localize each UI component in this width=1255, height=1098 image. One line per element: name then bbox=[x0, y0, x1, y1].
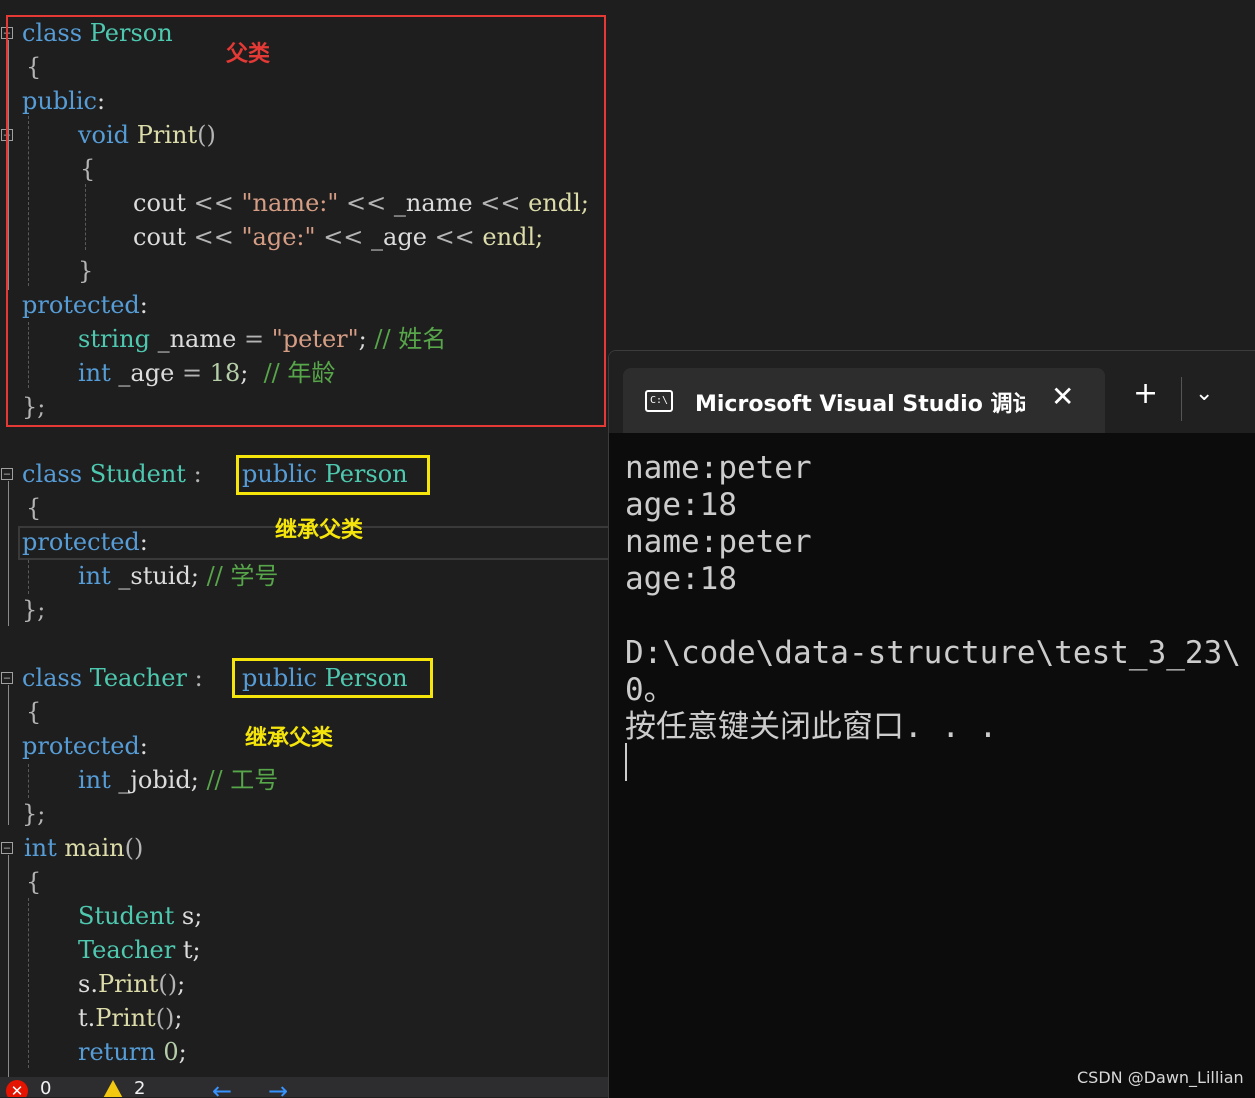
indent-guide bbox=[28, 560, 29, 594]
console-output-line: D:\code\data-structure\test_3_23\ bbox=[625, 635, 1241, 671]
error-icon[interactable]: ✕ bbox=[6, 1080, 28, 1097]
code-line: return 0; bbox=[78, 1038, 187, 1066]
fold-line bbox=[8, 481, 9, 626]
console-output-line: name:peter bbox=[625, 524, 812, 560]
code-line: int main() bbox=[24, 834, 144, 862]
code-editor[interactable]: − − − − − class Person { public: void Pr… bbox=[0, 0, 608, 1097]
console-tab-title: Microsoft Visual Studio 调试控制台 bbox=[695, 392, 1025, 417]
console-output-line: age:18 bbox=[625, 487, 737, 523]
watermark: CSDN @Dawn_Lillian bbox=[1077, 1068, 1244, 1087]
code-line: { bbox=[26, 698, 42, 726]
console-output-line: 按任意键关闭此窗口. . . bbox=[625, 709, 998, 745]
console-output-line: age:18 bbox=[625, 561, 737, 597]
code-line: Student s; bbox=[78, 902, 203, 930]
inheritance-highlight-box bbox=[236, 455, 430, 495]
error-count: 0 bbox=[40, 1078, 52, 1097]
code-line: s.Print(); bbox=[78, 970, 186, 998]
close-tab-icon[interactable]: ✕ bbox=[1051, 380, 1074, 413]
console-output-line: name:peter bbox=[625, 450, 812, 486]
chevron-down-icon[interactable]: ⌄ bbox=[1195, 381, 1213, 406]
fold-toggle-icon[interactable]: − bbox=[1, 842, 13, 854]
code-line: t.Print(); bbox=[78, 1004, 183, 1032]
code-line: Teacher t; bbox=[78, 936, 201, 964]
code-line: }; bbox=[22, 596, 46, 624]
fold-toggle-icon[interactable]: − bbox=[1, 672, 13, 684]
fold-toggle-icon[interactable]: − bbox=[1, 468, 13, 480]
text-cursor bbox=[625, 743, 627, 781]
warning-icon[interactable] bbox=[101, 1080, 125, 1097]
code-line: { bbox=[26, 868, 42, 896]
debug-console-window[interactable]: C:\ Microsoft Visual Studio 调试控制台 ✕ + ⌄ … bbox=[608, 350, 1255, 1098]
tab-separator bbox=[1181, 377, 1182, 421]
inherit-note: 继承父类 bbox=[275, 518, 364, 543]
parent-class-note: 父类 bbox=[226, 42, 271, 67]
code-line: class Student : bbox=[22, 460, 202, 488]
console-output-line: 0。 bbox=[625, 672, 675, 708]
nav-forward-arrow-icon[interactable]: → bbox=[268, 1077, 288, 1097]
fold-line bbox=[8, 855, 9, 1077]
inheritance-highlight-box bbox=[232, 658, 433, 698]
code-line: class Teacher : bbox=[22, 664, 203, 692]
indent-guide bbox=[28, 898, 29, 1068]
new-tab-plus-icon[interactable]: + bbox=[1133, 379, 1158, 409]
code-line: protected: bbox=[22, 528, 148, 556]
console-tab-bar: C:\ Microsoft Visual Studio 调试控制台 ✕ + ⌄ bbox=[609, 351, 1255, 433]
code-line: int _stuid; // 学号 bbox=[78, 562, 279, 590]
code-line: int _jobid; // 工号 bbox=[78, 766, 279, 794]
code-line: }; bbox=[22, 800, 46, 828]
inherit-note: 继承父类 bbox=[245, 726, 334, 751]
indent-guide bbox=[28, 764, 29, 798]
fold-line bbox=[8, 685, 9, 825]
terminal-icon: C:\ bbox=[645, 390, 673, 412]
code-line: protected: bbox=[22, 732, 148, 760]
editor-status-bar: ✕ 0 2 ← → bbox=[0, 1077, 608, 1097]
console-tab[interactable]: C:\ Microsoft Visual Studio 调试控制台 ✕ bbox=[623, 368, 1105, 433]
warning-count: 2 bbox=[134, 1078, 146, 1097]
nav-back-arrow-icon[interactable]: ← bbox=[212, 1077, 232, 1097]
code-line: { bbox=[26, 494, 42, 522]
parent-class-highlight-box bbox=[6, 15, 606, 427]
